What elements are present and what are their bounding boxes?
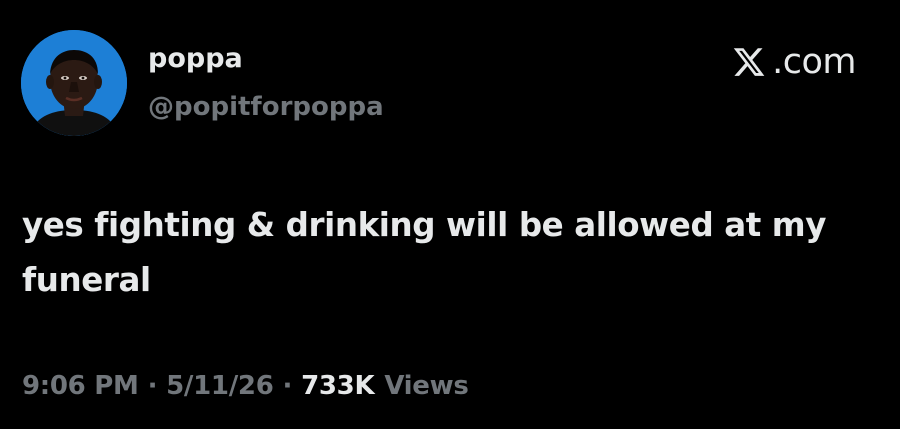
tweet-time[interactable]: 9:06 PM: [22, 371, 139, 401]
tweet-meta: 9:06 PM · 5/11/26 · 733K Views: [22, 366, 469, 406]
profile-photo: [21, 30, 127, 136]
views-count: 733K: [301, 371, 375, 401]
author-handle[interactable]: @popitforpoppa: [148, 90, 384, 124]
meta-separator: ·: [282, 371, 293, 401]
author-display-name[interactable]: poppa: [148, 42, 243, 76]
x-brand-link[interactable]: .com: [732, 42, 856, 82]
tweet-date[interactable]: 5/11/26: [166, 371, 274, 401]
avatar[interactable]: [21, 30, 127, 136]
meta-separator: ·: [147, 371, 158, 401]
x-logo-icon: [733, 48, 765, 76]
tweet-text: yes fighting & drinking will be allowed …: [22, 206, 827, 299]
views-label: Views: [384, 371, 469, 401]
brand-domain-text: .com: [772, 42, 856, 82]
tweet-card: poppa @popitforpoppa .com yes fighting &…: [0, 0, 900, 429]
